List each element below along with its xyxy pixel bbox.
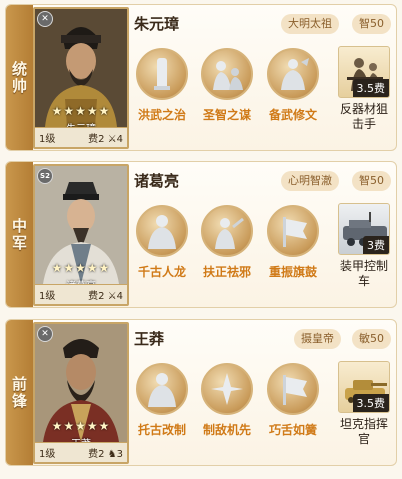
tactic-image: 3.5费 <box>338 361 390 413</box>
position-label: 中军 <box>10 217 28 252</box>
skill-label: 制敌机先 <box>202 423 251 437</box>
troop-icon: ⚔ <box>107 291 117 302</box>
hero-card[interactable]: 统帅 ✕ ★★★★★ 朱元璋 1级 费2 ⚔4 朱元璋 大明太祖 智50 <box>5 4 397 151</box>
troop-icon: ⚔ <box>107 134 117 145</box>
title-tag: 大明太祖 <box>281 14 339 34</box>
cost-text: 费2 <box>88 449 105 460</box>
skill-label: 扶正祛邪 <box>202 265 251 279</box>
star-rating: ★★★★★ <box>51 419 111 433</box>
skill-icon <box>201 48 253 100</box>
star-rating: ★★★★★ <box>51 261 111 275</box>
tactic-cost: 3.5费 <box>352 394 389 412</box>
hero-header: 诸葛亮 心明智澈 智50 <box>134 170 391 192</box>
hero-name: 诸葛亮 <box>134 172 180 190</box>
position-label: 统帅 <box>10 60 28 95</box>
hero-portrait[interactable]: S2 ★★★★★ 诸葛亮 1级 费2 ⚔4 <box>33 164 129 306</box>
skill-label: 托古改制 <box>137 423 186 437</box>
troop-count: 3 <box>116 449 123 460</box>
skill-icon <box>136 363 188 415</box>
close-badge-icon[interactable]: ✕ <box>37 11 53 27</box>
skill-label: 洪武之治 <box>137 108 186 122</box>
title-tag: 摄皇帝 <box>294 329 341 349</box>
skill-slot[interactable]: 扶正祛邪 <box>199 205 255 280</box>
cost-text: 费2 <box>88 291 105 302</box>
skill-label: 千古人龙 <box>137 265 186 279</box>
stat-tag: 智50 <box>352 171 391 191</box>
position-strip: 统帅 <box>6 5 33 150</box>
tactic-card[interactable]: 3.5费 坦克指挥官 <box>336 361 392 447</box>
tactic-label: 坦克指挥官 <box>339 417 388 446</box>
tactic-label: 装甲控制车 <box>339 259 388 288</box>
skill-label: 圣智之谋 <box>202 108 251 122</box>
skill-slot[interactable]: 重振旗鼓 <box>265 205 321 280</box>
position-label: 前锋 <box>10 375 28 410</box>
hero-header: 朱元璋 大明太祖 智50 <box>134 13 391 35</box>
skill-icon <box>201 205 253 257</box>
skill-slot[interactable]: 备武修文 <box>265 48 321 123</box>
skill-icon <box>267 363 319 415</box>
tactic-card[interactable]: 3.5费 反器材狙击手 <box>336 46 392 132</box>
skill-label: 巧舌如簧 <box>268 423 317 437</box>
star-rating: ★★★★★ <box>51 104 111 118</box>
troop-icon: ♞ <box>107 449 117 460</box>
hero-portrait[interactable]: ✕ ★★★★★ 王莽 1级 费2 ♞3 <box>33 322 129 464</box>
skill-icon <box>267 48 319 100</box>
tactic-cost: 3费 <box>363 236 389 254</box>
skill-slot[interactable]: 千古人龙 <box>134 205 190 280</box>
hero-card[interactable]: 中军 S2 ★★★★★ 诸葛亮 1级 费2 ⚔4 诸葛亮 心明智澈 智50 <box>5 161 397 308</box>
skill-slot[interactable]: 制敌机先 <box>199 363 255 438</box>
position-strip: 中军 <box>6 162 33 307</box>
skill-slot[interactable]: 洪武之治 <box>134 48 190 123</box>
hero-name: 王莽 <box>134 330 165 348</box>
tactic-image: 3费 <box>338 203 390 255</box>
skill-icon <box>267 205 319 257</box>
cost-info: 费2 ♞3 <box>88 445 123 460</box>
portrait-info-bar: 1级 费2 ♞3 <box>35 442 127 462</box>
tactic-image: 3.5费 <box>338 46 390 98</box>
title-tag: 心明智澈 <box>281 171 339 191</box>
hero-name: 朱元璋 <box>134 15 180 33</box>
cost-info: 费2 ⚔4 <box>88 287 123 302</box>
portrait-info-bar: 1级 费2 ⚔4 <box>35 284 127 304</box>
level-text: 1级 <box>39 134 56 145</box>
level-text: 1级 <box>39 291 56 302</box>
level-text: 1级 <box>39 449 56 460</box>
close-badge-icon[interactable]: ✕ <box>37 326 53 342</box>
skill-slot[interactable]: 圣智之谋 <box>199 48 255 123</box>
tactic-card[interactable]: 3费 装甲控制车 <box>336 203 392 289</box>
portrait-info-bar: 1级 费2 ⚔4 <box>35 127 127 147</box>
hero-header: 王莽 摄皇帝 敏50 <box>134 328 391 350</box>
position-strip: 前锋 <box>6 320 33 465</box>
skill-icon <box>136 48 188 100</box>
skill-icon <box>201 363 253 415</box>
cost-info: 费2 ⚔4 <box>88 130 123 145</box>
cost-text: 费2 <box>88 134 105 145</box>
tactic-cost: 3.5费 <box>352 79 389 97</box>
hero-portrait[interactable]: ✕ ★★★★★ 朱元璋 1级 费2 ⚔4 <box>33 7 129 149</box>
stat-tag: 智50 <box>352 14 391 34</box>
skill-label: 重振旗鼓 <box>268 265 317 279</box>
hero-card[interactable]: 前锋 ✕ ★★★★★ 王莽 1级 费2 ♞3 王莽 摄皇帝 敏50 托古改制 <box>5 319 397 466</box>
troop-count: 4 <box>116 134 123 145</box>
troop-count: 4 <box>116 291 123 302</box>
stat-tag: 敏50 <box>352 329 391 349</box>
skill-label: 备武修文 <box>268 108 317 122</box>
skill-icon <box>136 205 188 257</box>
skill-slot[interactable]: 巧舌如簧 <box>265 363 321 438</box>
season-badge-icon: S2 <box>37 168 53 184</box>
tactic-label: 反器材狙击手 <box>339 102 388 131</box>
skill-slot[interactable]: 托古改制 <box>134 363 190 438</box>
